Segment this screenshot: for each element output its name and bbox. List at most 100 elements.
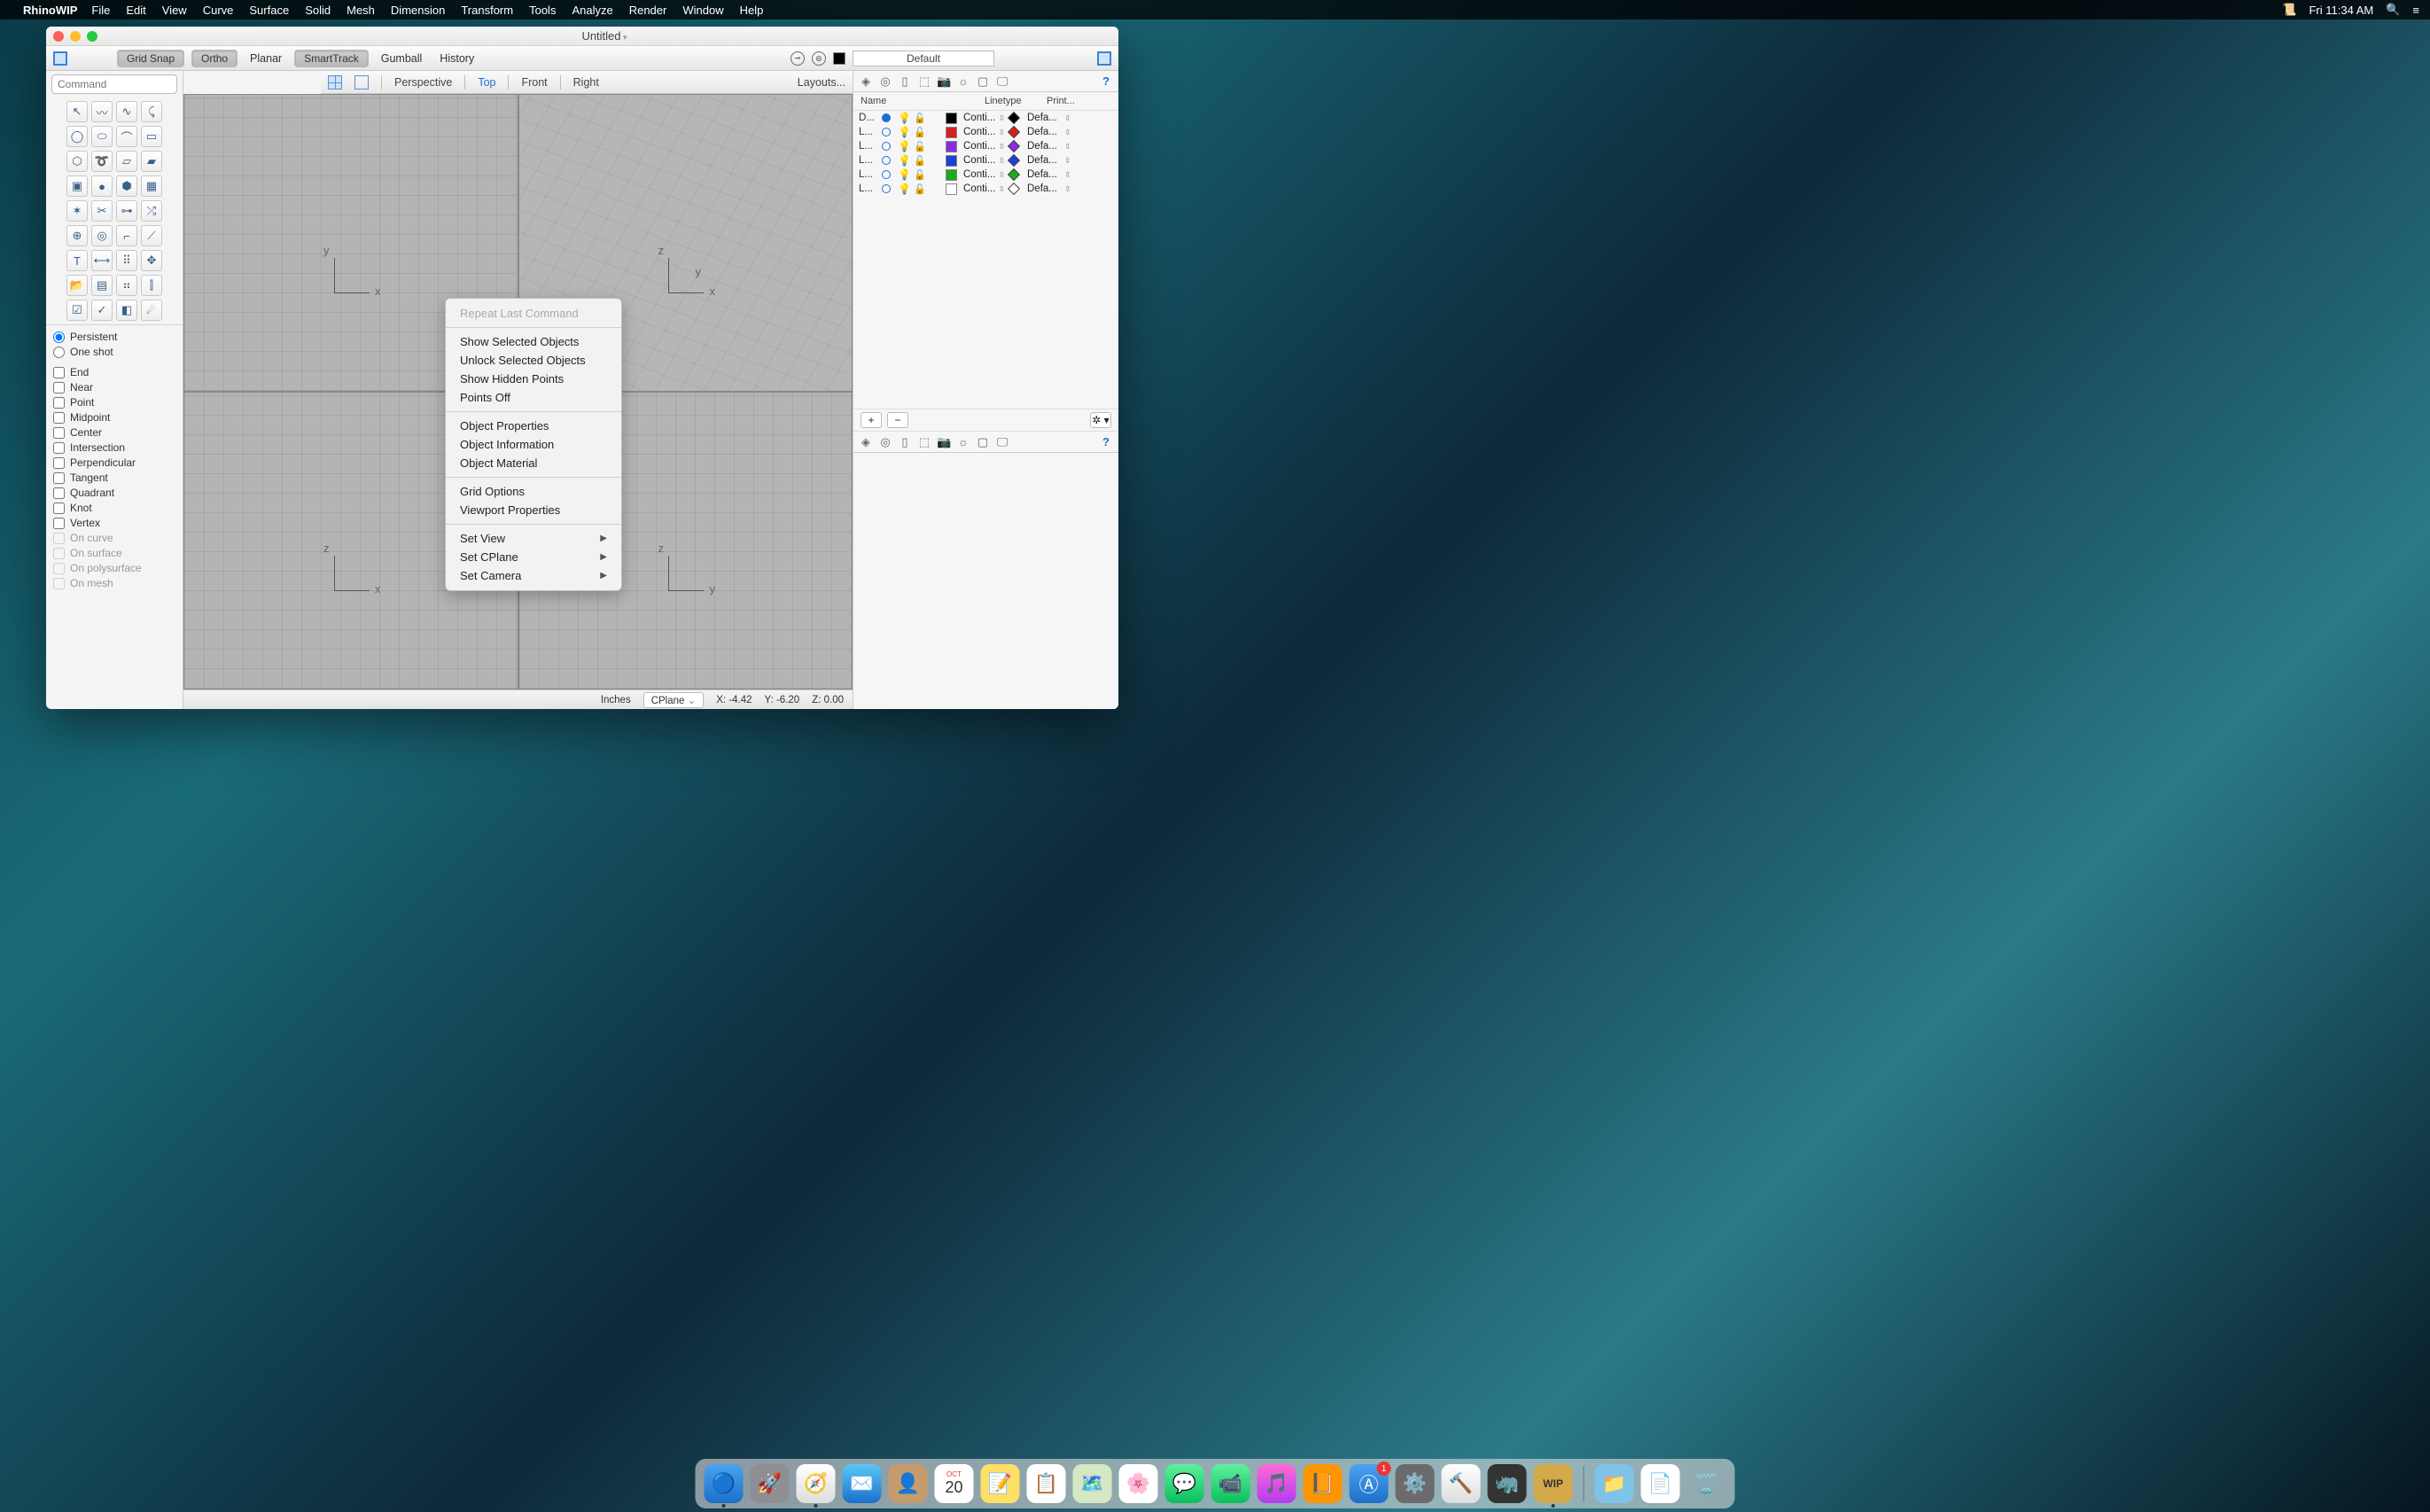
menu-transform[interactable]: Transform [461, 4, 513, 17]
array-tool-icon[interactable]: ⠿ [116, 250, 137, 271]
light-tool-icon[interactable]: ☄ [141, 300, 162, 321]
camera-icon[interactable]: 📷 [937, 74, 951, 89]
layers-icon[interactable]: ◈ [859, 435, 873, 449]
menu-mesh[interactable]: Mesh [347, 4, 375, 17]
layer-row[interactable]: L...💡🔓Conti... ⇳Defa...⇳ [853, 182, 1118, 196]
dock-itunes[interactable]: 🎵 [1258, 1464, 1297, 1503]
four-view-icon[interactable] [328, 75, 342, 90]
menu-curve[interactable]: Curve [203, 4, 234, 17]
interpcurve-tool-icon[interactable]: ⤹ [141, 101, 162, 122]
menu-render[interactable]: Render [629, 4, 667, 17]
linetype-value[interactable]: Conti... ⇳ [963, 155, 1008, 166]
arc-tool-icon[interactable]: ⌒ [116, 126, 137, 147]
dock-appstore[interactable]: Ⓐ1 [1350, 1464, 1389, 1503]
stepper-icon[interactable]: ⇳ [1064, 170, 1077, 180]
current-layer-icon[interactable] [882, 184, 891, 193]
help-icon[interactable]: ? [1099, 74, 1113, 88]
render-tool-icon[interactable]: ◧ [116, 300, 137, 321]
stepper-icon[interactable]: ⇳ [1064, 142, 1077, 152]
dock-calendar[interactable]: OCT20 [935, 1464, 974, 1503]
pointer-tool-icon[interactable]: ↖ [66, 101, 88, 122]
color-swatch[interactable] [946, 127, 957, 138]
ctx-show-selected[interactable]: Show Selected Objects [446, 332, 621, 351]
cylinder-tool-icon[interactable]: ⬢ [116, 175, 137, 197]
ctx-viewport-properties[interactable]: Viewport Properties [446, 501, 621, 519]
layer-row[interactable]: D...💡🔓Conti... ⇳Defa...⇳ [853, 111, 1118, 125]
dock-mail[interactable]: ✉️ [843, 1464, 882, 1503]
dock-photos[interactable]: 🌸 [1119, 1464, 1158, 1503]
tab-front[interactable]: Front [521, 76, 547, 89]
dock-finder[interactable]: 🔵 [705, 1464, 744, 1503]
dots-tool-icon[interactable]: ⠶ [116, 275, 137, 296]
printwidth-value[interactable]: Defa... [1027, 113, 1063, 123]
ctx-set-view[interactable]: Set View▶ [446, 529, 621, 548]
printwidth-value[interactable]: Defa... [1027, 141, 1063, 152]
trim-tool-icon[interactable]: ✂ [91, 200, 113, 222]
close-button[interactable] [53, 31, 64, 42]
planar-toggle[interactable]: Planar [245, 52, 287, 65]
osnap-persistent[interactable]: Persistent [53, 331, 175, 343]
osnap-center[interactable]: Center [53, 426, 175, 439]
layouts-button[interactable]: Layouts... [798, 76, 845, 89]
cplane-dropdown[interactable]: CPlane [643, 692, 705, 708]
menu-surface[interactable]: Surface [249, 4, 289, 17]
layer-row[interactable]: L...💡🔓Conti... ⇳Defa...⇳ [853, 168, 1118, 182]
menu-extras-icon[interactable]: ≡ [2412, 4, 2419, 17]
polygon-tool-icon[interactable]: ⬡ [66, 151, 88, 172]
visibility-icon[interactable]: 💡 [898, 168, 912, 181]
chamfer-tool-icon[interactable]: ⟋ [141, 225, 162, 246]
sun-icon[interactable]: ☼ [956, 435, 970, 448]
osnap-point[interactable]: Point [53, 396, 175, 409]
current-layer-icon[interactable] [882, 113, 891, 122]
stepper-icon[interactable]: ⇳ [1064, 113, 1077, 123]
split-tool-icon[interactable]: ⤮ [141, 200, 162, 222]
record-icon[interactable]: ⊸ [791, 51, 805, 66]
dock-rhino[interactable]: 🦏 [1488, 1464, 1527, 1503]
text-tool-icon[interactable]: T [66, 250, 88, 271]
box-tool-icon[interactable]: ▣ [66, 175, 88, 197]
ctx-object-material[interactable]: Object Material [446, 454, 621, 472]
color-swatch[interactable] [946, 155, 957, 167]
osnap-intersection[interactable]: Intersection [53, 441, 175, 454]
toggle-left-panel-icon[interactable] [53, 51, 67, 66]
print-color-icon[interactable] [1008, 183, 1020, 195]
titlebar[interactable]: Untitled [46, 27, 1118, 46]
layers-icon[interactable]: ◈ [859, 74, 873, 89]
osnap-end[interactable]: End [53, 366, 175, 378]
menu-analyze[interactable]: Analyze [572, 4, 612, 17]
ctx-unlock-selected[interactable]: Unlock Selected Objects [446, 351, 621, 370]
menu-view[interactable]: View [162, 4, 187, 17]
printwidth-value[interactable]: Defa... [1027, 127, 1063, 137]
move-tool-icon[interactable]: ✥ [141, 250, 162, 271]
help-icon[interactable]: ? [1099, 435, 1113, 448]
properties-icon[interactable]: ◎ [878, 435, 892, 449]
open-tool-icon[interactable]: 📂 [66, 275, 88, 296]
ctx-object-properties[interactable]: Object Properties [446, 417, 621, 435]
lock-icon[interactable]: 🔓 [914, 183, 928, 195]
dock-ibooks[interactable]: 📙 [1304, 1464, 1343, 1503]
linetype-value[interactable]: Conti... ⇳ [963, 113, 1008, 123]
lock-icon[interactable]: 🔓 [914, 155, 928, 167]
dock-folder[interactable]: 📁 [1595, 1464, 1634, 1503]
single-view-icon[interactable] [354, 75, 369, 90]
notes-icon[interactable]: ▯ [898, 74, 912, 89]
color-swatch[interactable] [946, 169, 957, 181]
sphere-tool-icon[interactable]: ● [91, 175, 113, 197]
dock-trash[interactable]: 🗑️ [1687, 1464, 1726, 1503]
menu-file[interactable]: File [91, 4, 110, 17]
spiral-tool-icon[interactable]: ➰ [91, 151, 113, 172]
tab-perspective[interactable]: Perspective [394, 76, 452, 89]
printwidth-value[interactable]: Defa... [1027, 155, 1063, 166]
history-toggle[interactable]: History [434, 52, 479, 65]
zoom-button[interactable] [87, 31, 97, 42]
print-color-icon[interactable] [1008, 168, 1020, 181]
menu-solid[interactable]: Solid [305, 4, 331, 17]
circle-tool-icon[interactable]: ◯ [66, 126, 88, 147]
add-layer-button[interactable]: + [861, 412, 882, 428]
visibility-icon[interactable]: 💡 [898, 112, 912, 124]
screen-icon[interactable]: 🖵 [995, 74, 1009, 89]
visibility-icon[interactable]: 💡 [898, 154, 912, 167]
dock-messages[interactable]: 💬 [1165, 1464, 1204, 1503]
stepper-icon[interactable]: ⇳ [1064, 184, 1077, 194]
color-swatch[interactable] [946, 141, 957, 152]
